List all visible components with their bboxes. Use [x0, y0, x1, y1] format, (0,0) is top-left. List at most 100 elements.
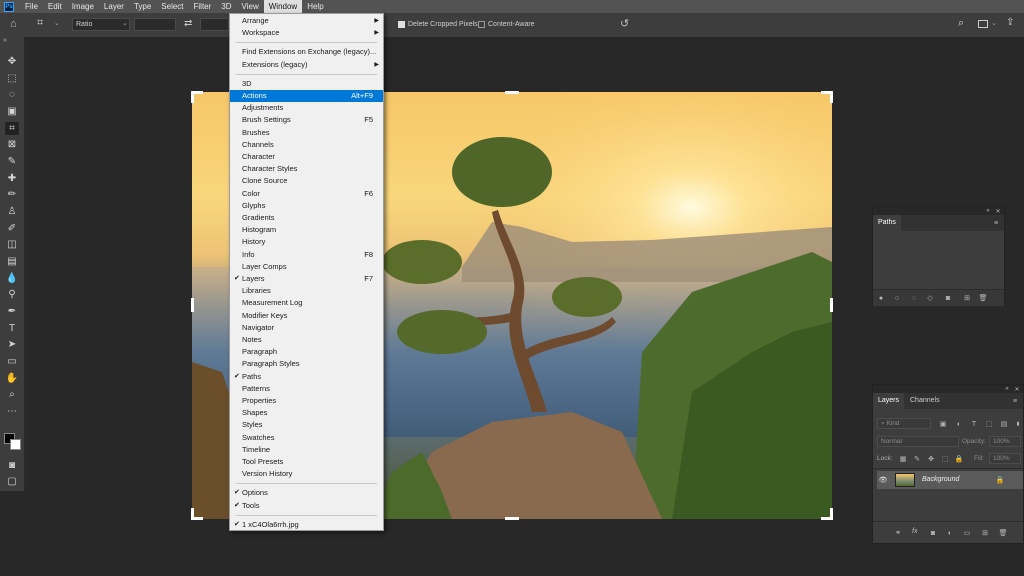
menu-item-character-styles[interactable]: Character Styles [230, 163, 383, 175]
tab-paths[interactable]: Paths [873, 215, 901, 231]
menu-item-color[interactable]: Color F6 [230, 188, 383, 200]
filter-toggle-icon[interactable]: ▮ [1014, 420, 1022, 428]
menu-edit[interactable]: Edit [43, 0, 67, 13]
menu-item-tool-presets[interactable]: Tool Presets [230, 456, 383, 468]
menu-item-modifier-keys[interactable]: Modifier Keys [230, 310, 383, 322]
quick-mask-icon[interactable]: ◙ [5, 459, 19, 472]
clone-stamp-tool-icon[interactable]: ♙ [5, 205, 19, 218]
menu-item-adjustments[interactable]: Adjustments [230, 102, 383, 114]
filter-pixel-icon[interactable]: ▣ [939, 420, 947, 428]
tab-channels[interactable]: Channels [905, 393, 945, 409]
share-icon[interactable]: ⇪ [1006, 17, 1014, 28]
menu-item-channels[interactable]: Channels [230, 139, 383, 151]
chevron-down-icon[interactable]: ⌄ [54, 19, 60, 27]
lock-position-icon[interactable]: ✥ [927, 455, 935, 463]
menu-item-workspace[interactable]: Workspace ▶ [230, 27, 383, 39]
menu-select[interactable]: Select [156, 0, 188, 13]
menu-item-gradients[interactable]: Gradients [230, 212, 383, 224]
crop-handle-right[interactable] [830, 298, 833, 312]
menu-help[interactable]: Help [302, 0, 328, 13]
history-brush-tool-icon[interactable]: ✐ [5, 222, 19, 235]
background-color-swatch[interactable] [10, 439, 21, 450]
path-selection-tool-icon[interactable]: ➤ [5, 338, 19, 351]
add-mask-icon[interactable]: ◙ [929, 529, 937, 537]
menu-item-history[interactable]: History [230, 236, 383, 248]
menu-item-paths[interactable]: ✔ Paths [230, 371, 383, 383]
menu-item-brush-settings[interactable]: Brush Settings F5 [230, 114, 383, 126]
crop-tool-preset-icon[interactable]: ⌗ [37, 17, 43, 30]
new-path-icon[interactable]: ⊞ [963, 294, 971, 302]
menu-item-brushes[interactable]: Brushes [230, 127, 383, 139]
chevron-down-icon[interactable]: ⌄ [991, 19, 997, 27]
adjustment-layer-icon[interactable]: ◐ [946, 529, 954, 537]
filter-smart-object-icon[interactable]: ▤ [1000, 420, 1008, 428]
filter-type-icon[interactable]: T [970, 420, 978, 428]
workspace-icon[interactable] [978, 20, 988, 28]
menu-item-paragraph[interactable]: Paragraph [230, 346, 383, 358]
gradient-tool-icon[interactable]: ▤ [5, 255, 19, 268]
crop-handle-left[interactable] [191, 298, 194, 312]
menu-view[interactable]: View [237, 0, 264, 13]
menu-filter[interactable]: Filter [189, 0, 217, 13]
search-icon[interactable]: ⌕ [958, 17, 964, 30]
home-icon[interactable]: ⌂ [10, 18, 17, 30]
blur-tool-icon[interactable]: 💧 [5, 272, 19, 285]
collapse-panel-icon[interactable]: « [1003, 385, 1011, 393]
crop-handle-top-right[interactable] [830, 91, 833, 103]
new-layer-icon[interactable]: ⊞ [981, 529, 989, 537]
height-field[interactable] [200, 18, 229, 31]
content-aware-checkbox[interactable] [478, 21, 485, 28]
menu-item-notes[interactable]: Notes [230, 334, 383, 346]
menu-file[interactable]: File [20, 0, 43, 13]
crop-handle-top[interactable] [505, 91, 519, 94]
menu-3d[interactable]: 3D [216, 0, 236, 13]
fx-icon[interactable]: fx [912, 528, 917, 535]
lock-all-icon[interactable]: 🔒 [955, 455, 964, 463]
crop-handle-bottom-left[interactable] [191, 508, 194, 520]
menu-item-navigator[interactable]: Navigator [230, 322, 383, 334]
menu-item-patterns[interactable]: Patterns [230, 383, 383, 395]
crop-handle-top-left[interactable] [191, 91, 194, 103]
link-layers-icon[interactable]: ⚭ [894, 529, 902, 537]
more-tools-icon[interactable]: ⋯ [5, 405, 19, 418]
delete-icon[interactable]: 🗑 [979, 294, 988, 302]
delete-cropped-checkbox[interactable] [398, 21, 405, 28]
visibility-eye-icon[interactable]: 👁 [879, 476, 888, 484]
menu-item-actions[interactable]: Actions Alt+F9 [230, 90, 383, 102]
filter-shape-icon[interactable]: ⬚ [985, 420, 993, 428]
menu-item-version-history[interactable]: Version History [230, 468, 383, 480]
menu-item-properties[interactable]: Properties [230, 395, 383, 407]
menu-item-options[interactable]: ✔ Options [230, 487, 383, 499]
crop-tool-icon[interactable]: ⌗ [5, 122, 19, 135]
menu-item-shapes[interactable]: Shapes [230, 407, 383, 419]
menu-item-info[interactable]: Info F8 [230, 249, 383, 261]
menu-item-libraries[interactable]: Libraries [230, 285, 383, 297]
close-icon[interactable]: ✕ [1013, 385, 1021, 393]
menu-item-find-extensions-on-exchange-legacy[interactable]: Find Extensions on Exchange (legacy)... [230, 46, 383, 58]
pen-tool-icon[interactable]: ✒ [5, 305, 19, 318]
fill-path-icon[interactable]: ● [877, 294, 885, 302]
make-work-path-icon[interactable]: ◇ [926, 294, 934, 302]
menu-type[interactable]: Type [129, 0, 156, 13]
eyedropper-tool-icon[interactable]: ✎ [5, 155, 19, 168]
rectangle-tool-icon[interactable]: ▭ [5, 355, 19, 368]
opacity-field[interactable]: 100% [989, 436, 1021, 447]
menu-item-arrange[interactable]: Arrange ▶ [230, 15, 383, 27]
object-selection-tool-icon[interactable]: ▣ [5, 105, 19, 118]
layer-filter-select[interactable]: ⌕ Kind [877, 418, 931, 429]
type-tool-icon[interactable]: T [5, 322, 19, 335]
lasso-tool-icon[interactable]: ◌ [5, 88, 19, 101]
menu-item-swatches[interactable]: Swatches [230, 432, 383, 444]
layer-row-background[interactable]: 👁 Background 🔒 [877, 471, 1023, 489]
swap-icon[interactable]: ⇄ [184, 18, 192, 29]
move-tool-icon[interactable]: ✥ [5, 55, 19, 68]
menu-item-paragraph-styles[interactable]: Paragraph Styles [230, 358, 383, 370]
menu-item-clone-source[interactable]: Clone Source [230, 175, 383, 187]
marquee-tool-icon[interactable]: ⬚ [5, 72, 19, 85]
crop-handle-bottom-right[interactable] [830, 508, 833, 520]
filter-adjustment-icon[interactable]: ◐ [955, 420, 963, 428]
tab-layers[interactable]: Layers [873, 393, 905, 409]
width-field[interactable] [134, 18, 176, 31]
menu-item-1-xc4ola6rrh-jpg[interactable]: ✔ 1 xC4Ola6rrh.jpg [230, 519, 383, 531]
delete-icon[interactable]: 🗑 [999, 529, 1008, 537]
